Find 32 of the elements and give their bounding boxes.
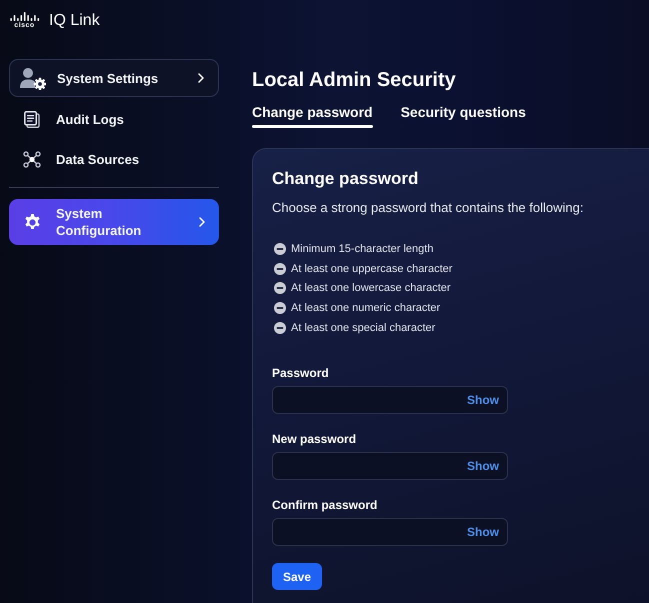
page-title: Local Admin Security — [252, 68, 456, 92]
tab[interactable]: Change password — [252, 103, 377, 128]
requirement-text: At least one numeric character — [291, 300, 440, 315]
requirement-text: At least one lowercase character — [291, 281, 451, 296]
field-label: New password — [272, 431, 356, 448]
chevron-right-icon — [199, 217, 205, 227]
card-description: Choose a strong password that contains the following: — [272, 200, 584, 216]
show-button[interactable]: Show — [467, 458, 499, 474]
chevron-right-icon — [198, 73, 204, 83]
document-icon — [24, 110, 40, 128]
user-gear-icon — [20, 66, 46, 90]
password-field[interactable]: Show — [272, 518, 508, 546]
network-nodes-icon — [23, 150, 41, 168]
save-button[interactable]: Save — [272, 563, 322, 590]
card-title: Change password — [272, 169, 418, 189]
sidebar-group-item[interactable]: System Configuration — [9, 199, 219, 245]
field-label: Password — [272, 365, 329, 382]
requirement-text: Minimum 15-character length — [291, 242, 434, 256]
logo-bars-icon — [10, 12, 40, 21]
password-field[interactable]: Show — [272, 452, 508, 480]
show-button[interactable]: Show — [467, 392, 499, 408]
sidebar-item[interactable]: Data Sources — [9, 139, 219, 179]
field-label: Confirm password — [272, 497, 378, 514]
sidebar-item[interactable]: Audit Logs — [9, 99, 219, 139]
tab[interactable]: Security questions — [400, 103, 530, 128]
app-title: IQ Link — [49, 11, 100, 31]
show-button[interactable]: Show — [467, 524, 499, 540]
requirement-text: At least one special character — [291, 320, 436, 335]
password-field[interactable]: Show — [272, 386, 508, 414]
gear-icon — [24, 214, 40, 230]
requirement-text: At least one uppercase character — [291, 262, 452, 276]
sidebar-group-item[interactable]: System Settings — [9, 59, 219, 97]
